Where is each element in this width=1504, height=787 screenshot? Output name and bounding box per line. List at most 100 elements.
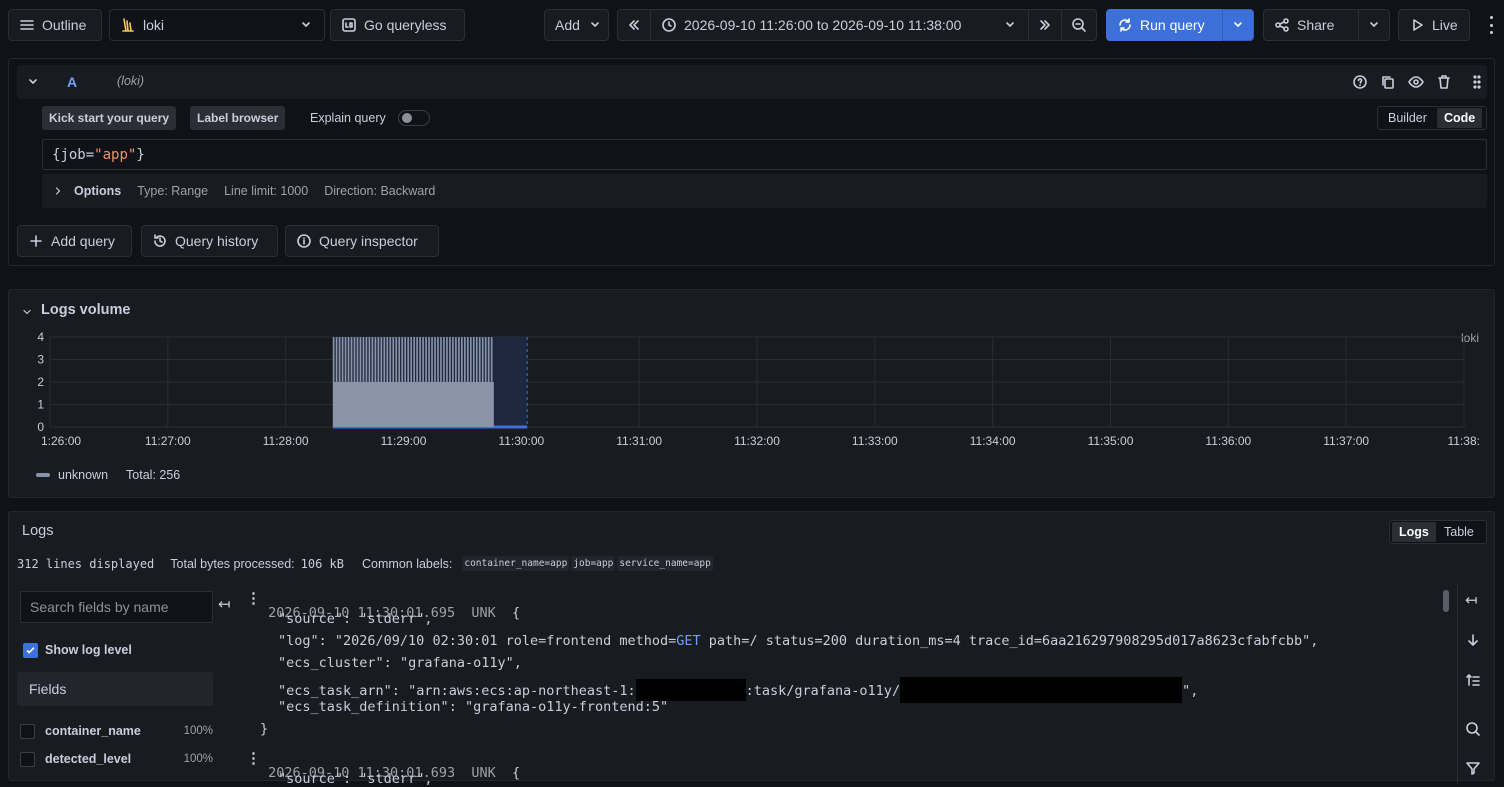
- y-tick-label: 0: [37, 420, 44, 434]
- play-icon: [1409, 17, 1425, 33]
- log-row-menu-icon[interactable]: ⋮: [246, 589, 261, 607]
- show-log-level-checkbox[interactable]: [23, 643, 38, 658]
- share-options-button[interactable]: [1358, 9, 1390, 41]
- outline-button[interactable]: Outline: [8, 9, 102, 41]
- json-key: "source": [278, 771, 344, 787]
- explain-query-toggle[interactable]: [398, 110, 430, 126]
- expand-sidebar-icon[interactable]: ↤: [1465, 591, 1478, 609]
- log-row-menu-icon[interactable]: ⋮: [246, 749, 261, 767]
- field-checkbox[interactable]: [20, 751, 35, 767]
- list-icon: [19, 17, 35, 33]
- volume-bar: [368, 337, 371, 382]
- volume-bar: [386, 337, 389, 382]
- volume-bar: [452, 337, 454, 382]
- common-labels-label: Common labels:: [362, 556, 453, 571]
- live-button[interactable]: Live: [1398, 9, 1470, 41]
- volume-bar: [475, 337, 478, 382]
- volume-bar: [344, 337, 347, 382]
- x-tick-label: 11:28:00: [263, 434, 309, 448]
- label-browser-button[interactable]: Label browser: [190, 106, 286, 130]
- volume-legend[interactable]: unknown Total: 256: [36, 468, 180, 482]
- time-range-picker[interactable]: 2026-09-10 11:26:00 to 2026-09-10 11:38:…: [650, 9, 1029, 41]
- add-query-button[interactable]: Add query: [17, 225, 132, 257]
- query-inspector-button[interactable]: Query inspector: [285, 225, 439, 257]
- http-method-highlight: GET: [676, 633, 701, 649]
- field-search-input[interactable]: Search fields by name: [20, 591, 213, 623]
- json-value: "stderr",: [359, 611, 433, 627]
- mode-code-button[interactable]: Code: [1437, 108, 1483, 128]
- logs-volume-title[interactable]: Logs volume: [41, 302, 130, 318]
- collapse-sidebar-icon[interactable]: ↤: [218, 595, 231, 613]
- datasource-picker[interactable]: loki: [109, 9, 325, 41]
- json-value: "2026/09/10 02:30:01 role=frontend metho…: [334, 633, 677, 649]
- volume-bar: [407, 337, 409, 382]
- search-icon[interactable]: [1465, 721, 1481, 737]
- add-dropdown[interactable]: Add: [544, 9, 609, 41]
- run-query-button[interactable]: Run query: [1106, 9, 1223, 41]
- volume-bar: [347, 337, 350, 382]
- x-tick-label: 11:34:00: [970, 434, 1016, 448]
- bytes-processed-label: Total bytes processed:: [170, 556, 295, 571]
- json-value: "grafana-o11y",: [399, 655, 522, 671]
- volume-bar: [395, 337, 398, 382]
- collapse-chevron-icon[interactable]: [21, 304, 33, 320]
- x-tick-label: 11:38:: [1448, 434, 1480, 448]
- query-ref-id[interactable]: A: [67, 74, 77, 90]
- duplicate-icon[interactable]: [1380, 74, 1396, 90]
- kick-start-button[interactable]: Kick start your query: [42, 106, 177, 130]
- field-checkbox[interactable]: [20, 723, 35, 739]
- go-queryless-button[interactable]: Go queryless: [330, 9, 465, 41]
- volume-bar: [389, 337, 392, 382]
- x-tick-label: 11:35:00: [1088, 434, 1134, 448]
- help-icon[interactable]: [1352, 74, 1368, 90]
- sort-icon[interactable]: [1465, 672, 1481, 688]
- volume-bar: [371, 337, 374, 382]
- options-label: Options: [74, 184, 122, 198]
- y-tick-label: 3: [37, 353, 44, 367]
- view-table-button[interactable]: Table: [1444, 525, 1474, 539]
- time-back-button[interactable]: [617, 9, 651, 41]
- run-query-options-button[interactable]: [1222, 9, 1254, 41]
- x-tick-label: 11:31:00: [616, 434, 662, 448]
- volume-bar: [464, 337, 466, 382]
- field-row[interactable]: container_name 100%: [20, 722, 213, 740]
- live-label: Live: [1432, 17, 1458, 33]
- legend-series-name: unknown: [58, 468, 109, 482]
- log-json-line: "source": "stderr",: [278, 611, 433, 627]
- field-row[interactable]: detected_level 100%: [20, 750, 213, 768]
- query-history-label: Query history: [175, 233, 259, 249]
- option-line-limit: Line limit: 1000: [224, 184, 309, 198]
- volume-bar: [332, 382, 494, 427]
- volume-bar: [484, 337, 487, 382]
- volume-bar: [398, 337, 401, 382]
- field-name: container_name: [45, 724, 141, 738]
- more-menu-icon[interactable]: [1484, 16, 1498, 34]
- trash-icon[interactable]: [1436, 74, 1452, 90]
- eye-icon[interactable]: [1408, 74, 1424, 90]
- logs-volume-chart[interactable]: 0 1 2 3 4 1:26:00 11:27:00 11:28:00 11:29:00 11:3…: [9, 330, 1496, 490]
- log-brace: }: [260, 721, 269, 737]
- zoom-out-button[interactable]: [1061, 9, 1097, 41]
- log-json-line: "ecs_cluster": "grafana-o11y",: [278, 655, 522, 671]
- query-options-row[interactable]: Options Type: Range Line limit: 1000 Dir…: [42, 174, 1487, 208]
- drag-handle-icon[interactable]: [1469, 74, 1485, 90]
- time-forward-button[interactable]: [1028, 9, 1062, 41]
- share-icon: [1274, 17, 1290, 33]
- chevron-down-icon: [1002, 17, 1018, 33]
- arrow-down-icon[interactable]: [1465, 632, 1481, 648]
- query-editor[interactable]: {job="app"}: [42, 139, 1487, 170]
- mode-builder-button[interactable]: Builder: [1388, 111, 1427, 125]
- show-log-level-label[interactable]: Show log level: [45, 643, 132, 657]
- share-button[interactable]: Share: [1263, 9, 1359, 41]
- option-direction: Direction: Backward: [324, 184, 436, 198]
- x-tick-label: 11:29:00: [381, 434, 427, 448]
- view-logs-button[interactable]: Logs: [1392, 522, 1436, 542]
- filter-icon[interactable]: [1465, 760, 1481, 776]
- x-tick-label: 11:32:00: [734, 434, 780, 448]
- collapse-chevron-icon[interactable]: [25, 74, 41, 90]
- query-history-button[interactable]: Query history: [141, 225, 278, 257]
- plus-icon: [28, 233, 44, 249]
- go-queryless-label: Go queryless: [364, 17, 447, 33]
- volume-bar: [374, 337, 377, 382]
- logs-scrollbar[interactable]: [1443, 590, 1449, 612]
